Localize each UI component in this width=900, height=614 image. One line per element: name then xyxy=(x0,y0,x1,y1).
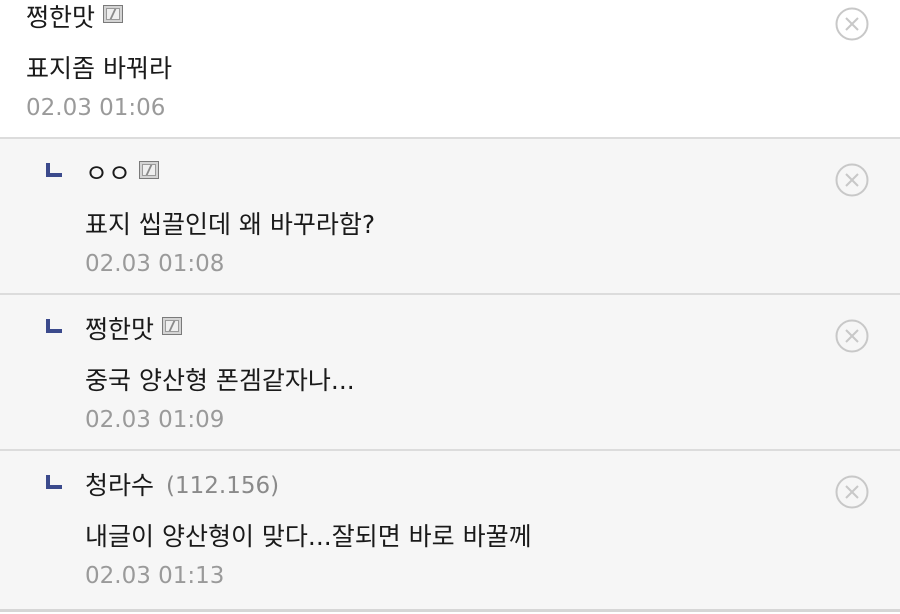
reply-item: 청라수 (112.156) 내글이 양산형이 맞다...잘되면 바로 바꿀께 0… xyxy=(0,451,900,612)
comment-author-row: 쩡한맛 xyxy=(26,0,124,36)
comment-list: 쩡한맛 표지좀 바꿔라 02.03 01:06 ㅇㅇ 표지 씹끌인데 왜 바꾸라… xyxy=(0,0,900,614)
comment-timestamp: 02.03 01:09 xyxy=(85,407,225,433)
reply-arrow-icon xyxy=(46,475,62,489)
delete-icon[interactable] xyxy=(835,475,869,509)
comment-text: 표지 씹끌인데 왜 바꾸라함? xyxy=(85,210,376,239)
comment-author-row: ㅇㅇ xyxy=(85,156,160,192)
comment-text: 표지좀 바꿔라 xyxy=(26,54,172,83)
delete-icon[interactable] xyxy=(835,163,869,197)
comment-text: 내글이 양산형이 맞다...잘되면 바로 바꿀께 xyxy=(85,522,532,551)
member-badge-icon xyxy=(139,161,160,179)
member-badge-icon xyxy=(162,317,183,335)
delete-icon[interactable] xyxy=(835,319,869,353)
comment-timestamp: 02.03 01:08 xyxy=(85,251,225,277)
member-badge-icon xyxy=(103,5,124,23)
comment-author-row: 청라수 (112.156) xyxy=(85,468,279,504)
delete-icon[interactable] xyxy=(835,7,869,41)
author-nickname[interactable]: ㅇㅇ xyxy=(85,156,131,192)
comment-timestamp: 02.03 01:13 xyxy=(85,563,225,589)
author-ip: (112.156) xyxy=(166,473,280,499)
author-nickname[interactable]: 청라수 xyxy=(85,468,154,504)
comment-author-row: 쩡한맛 xyxy=(85,312,183,348)
comment-text: 중국 양산형 폰겜같자나... xyxy=(85,366,355,395)
reply-arrow-icon xyxy=(46,163,62,177)
reply-item: 쩡한맛 중국 양산형 폰겜같자나... 02.03 01:09 xyxy=(0,295,900,451)
comment-item: 쩡한맛 표지좀 바꿔라 02.03 01:06 xyxy=(0,0,900,139)
author-nickname[interactable]: 쩡한맛 xyxy=(85,312,154,348)
comment-timestamp: 02.03 01:06 xyxy=(26,95,166,121)
reply-arrow-icon xyxy=(46,319,62,333)
reply-item: ㅇㅇ 표지 씹끌인데 왜 바꾸라함? 02.03 01:08 xyxy=(0,139,900,295)
author-nickname[interactable]: 쩡한맛 xyxy=(26,0,95,36)
